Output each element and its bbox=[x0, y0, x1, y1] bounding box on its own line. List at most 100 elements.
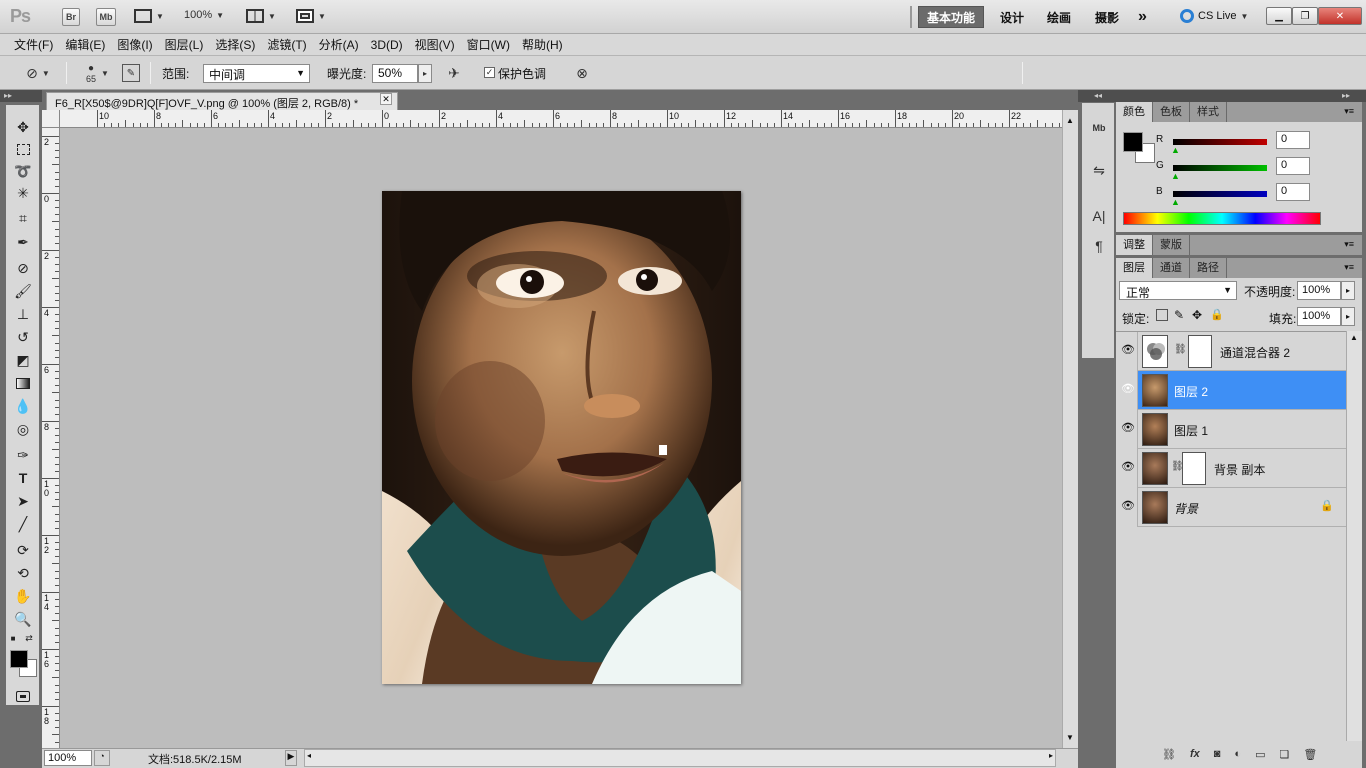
tab-adjustments[interactable]: 调整 bbox=[1116, 235, 1153, 255]
menu-image[interactable]: 图像(I) bbox=[111, 34, 158, 56]
minimize-button[interactable]: ▁ bbox=[1266, 7, 1292, 25]
tab-swatches[interactable]: 色板 bbox=[1153, 102, 1190, 122]
panels-collapse-bar[interactable]: ▸▸ bbox=[1116, 90, 1366, 102]
adjustment-layer-button-icon[interactable]: ◐ bbox=[1234, 748, 1241, 760]
dock-collapse-bar[interactable]: ◂◂ bbox=[1078, 90, 1116, 102]
layer-visibility-cell[interactable]: 👁 bbox=[1116, 488, 1138, 527]
blue-slider-track[interactable] bbox=[1173, 191, 1267, 197]
tab-masks[interactable]: 蒙版 bbox=[1153, 235, 1190, 255]
airbrush-toggle[interactable]: ✈ bbox=[444, 63, 464, 83]
foreground-color-swatch[interactable] bbox=[10, 650, 28, 668]
tab-channels[interactable]: 通道 bbox=[1153, 258, 1190, 278]
panel-menu-icon[interactable]: ▾≡ bbox=[1344, 262, 1354, 273]
chain-link-icon[interactable]: ⛓ bbox=[1174, 344, 1187, 355]
bridge-button[interactable]: Br bbox=[62, 8, 80, 26]
type-tool[interactable]: T bbox=[12, 468, 34, 488]
lock-all-icon[interactable]: 🔒 bbox=[1210, 308, 1224, 321]
tab-color[interactable]: 颜色 bbox=[1116, 102, 1153, 122]
default-colors-button[interactable]: ■ bbox=[8, 633, 18, 643]
green-slider-track[interactable] bbox=[1173, 165, 1267, 171]
workspace-painting[interactable]: 绘画 bbox=[1039, 6, 1079, 28]
swap-colors-button[interactable]: ⇄ bbox=[24, 633, 34, 643]
eye-icon[interactable]: 👁 bbox=[1120, 499, 1136, 515]
lasso-tool[interactable]: ➰ bbox=[12, 161, 34, 181]
lock-pixels-icon[interactable]: ✎ bbox=[1174, 308, 1184, 322]
layer-row[interactable]: 👁 ⛓ 通道混合器 2 bbox=[1116, 332, 1346, 371]
vertical-ruler[interactable]: 2 0 2 4 6 8 10 12 14 16 18 bbox=[42, 128, 60, 748]
workspace-essentials[interactable]: 基本功能 bbox=[918, 6, 985, 28]
fill-input[interactable]: 100% bbox=[1297, 307, 1341, 326]
eye-icon[interactable]: 👁 bbox=[1120, 421, 1136, 437]
brush-panel-button[interactable]: ✎ bbox=[122, 64, 140, 82]
menu-3d[interactable]: 3D(D) bbox=[365, 34, 409, 56]
color-foreground-swatch[interactable] bbox=[1123, 132, 1143, 152]
screen-mode-dropdown[interactable]: ▼ bbox=[296, 9, 326, 23]
move-tool[interactable]: ✥ bbox=[12, 117, 34, 137]
range-select[interactable]: 中间调 ▼ bbox=[203, 64, 310, 83]
cs-live-button[interactable]: CS Live ▼ bbox=[1180, 9, 1248, 23]
layer-visibility-cell[interactable]: 👁 bbox=[1116, 449, 1138, 488]
tab-layers[interactable]: 图层 bbox=[1116, 258, 1153, 278]
fill-slider-button[interactable]: ▸ bbox=[1341, 307, 1355, 326]
menu-window[interactable]: 窗口(W) bbox=[461, 34, 516, 56]
menu-view[interactable]: 视图(V) bbox=[409, 34, 461, 56]
color-spectrum-bar[interactable] bbox=[1123, 212, 1321, 225]
slider-knob-icon[interactable]: ▲ bbox=[1171, 197, 1180, 207]
3d-rotate-tool[interactable]: ⟳ bbox=[12, 540, 34, 560]
scroll-left-arrow[interactable]: ◂ bbox=[307, 751, 311, 760]
gradient-tool[interactable] bbox=[12, 373, 34, 393]
workspace-photography[interactable]: 摄影 bbox=[1087, 6, 1127, 28]
layer-visibility-cell[interactable]: 👁 bbox=[1116, 371, 1138, 410]
status-zoom-input[interactable]: 100% bbox=[44, 750, 92, 766]
zoom-dropdown[interactable]: 100% ▼ bbox=[184, 9, 224, 21]
hand-tool[interactable]: ✋ bbox=[12, 586, 34, 606]
document-image[interactable] bbox=[382, 191, 741, 684]
layer-mask-thumbnail[interactable] bbox=[1182, 452, 1206, 485]
menu-edit[interactable]: 编辑(E) bbox=[59, 34, 111, 56]
line-tool[interactable]: ╱ bbox=[12, 514, 34, 534]
view-extras-dropdown[interactable]: ▼ bbox=[134, 9, 164, 23]
ruler-origin[interactable] bbox=[42, 110, 60, 128]
workspace-design[interactable]: 设计 bbox=[992, 6, 1032, 28]
layer-mask-thumbnail[interactable] bbox=[1188, 335, 1212, 368]
menu-analysis[interactable]: 分析(A) bbox=[313, 34, 365, 56]
eyedropper-tool[interactable]: ✒ bbox=[12, 232, 34, 252]
healing-brush-tool[interactable]: ⊘ bbox=[12, 258, 34, 278]
arrange-documents-dropdown[interactable]: ▼ bbox=[246, 9, 276, 23]
menu-layer[interactable]: 图层(L) bbox=[159, 34, 210, 56]
status-menu-icon[interactable]: ◔ bbox=[94, 750, 110, 766]
menu-select[interactable]: 选择(S) bbox=[209, 34, 261, 56]
layer-visibility-cell[interactable]: 👁 bbox=[1116, 332, 1138, 371]
quick-selection-tool[interactable]: ✳ bbox=[12, 183, 34, 203]
document-tab[interactable]: F6_R[X50$@9DR]Q[F]OVF_V.png @ 100% (图层 2… bbox=[46, 92, 398, 110]
eraser-tool[interactable]: ◩ bbox=[12, 350, 34, 370]
status-more-button[interactable]: ▶ bbox=[285, 750, 297, 766]
3d-orbit-tool[interactable]: ⟲ bbox=[12, 563, 34, 583]
layers-scrollbar[interactable]: ▲ bbox=[1346, 331, 1362, 741]
horizontal-scrollbar[interactable]: ◂ ▸ bbox=[304, 749, 1056, 767]
scroll-right-arrow[interactable]: ▸ bbox=[1049, 751, 1053, 760]
eye-icon[interactable]: 👁 bbox=[1120, 460, 1136, 476]
quick-mask-button[interactable] bbox=[12, 686, 34, 706]
red-slider-track[interactable] bbox=[1173, 139, 1267, 145]
menu-filter[interactable]: 滤镜(T) bbox=[261, 34, 312, 56]
dodge-tool[interactable]: ◎ bbox=[12, 419, 34, 439]
restore-button[interactable]: ❐ bbox=[1292, 7, 1318, 25]
crop-tool[interactable]: ⌗ bbox=[12, 208, 34, 228]
horizontal-ruler[interactable]: 10 8 6 4 2 0 2 4 6 8 10 12 14 16 18 20 22 bbox=[60, 110, 1062, 128]
panel-menu-icon[interactable]: ▾≡ bbox=[1344, 239, 1354, 250]
link-layers-icon[interactable]: ⛓ bbox=[1162, 748, 1176, 761]
pen-tool[interactable]: ✑ bbox=[12, 445, 34, 465]
opacity-slider-button[interactable]: ▸ bbox=[1341, 281, 1355, 300]
protect-tones-checkbox[interactable]: ✓ bbox=[484, 67, 495, 78]
layer-row[interactable]: 👁 图层 1 bbox=[1116, 410, 1346, 449]
eye-icon[interactable]: 👁 bbox=[1120, 343, 1136, 359]
opacity-input[interactable]: 100% bbox=[1297, 281, 1341, 300]
layer-style-icon[interactable]: fx bbox=[1190, 748, 1200, 760]
new-group-icon[interactable]: ▭ bbox=[1255, 748, 1265, 761]
close-button[interactable]: ✕ bbox=[1318, 7, 1362, 25]
add-mask-icon[interactable]: ◙ bbox=[1214, 748, 1221, 760]
blend-mode-select[interactable]: 正常 ▼ bbox=[1119, 281, 1237, 300]
zoom-tool[interactable]: 🔍 bbox=[12, 609, 34, 629]
scroll-up-arrow[interactable]: ▲ bbox=[1066, 116, 1074, 125]
